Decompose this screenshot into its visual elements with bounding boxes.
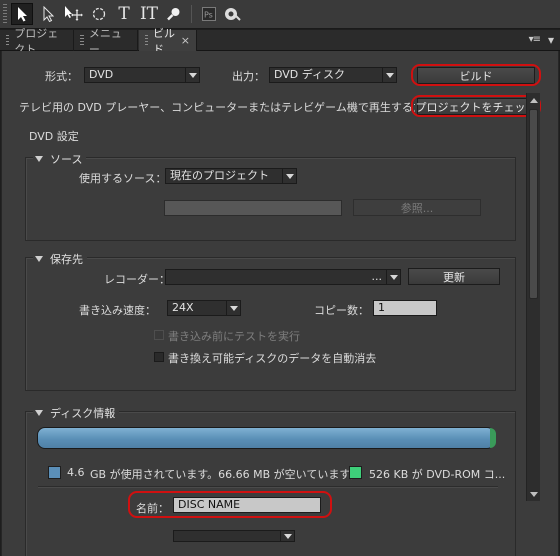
svg-text:Ps: Ps — [204, 11, 213, 20]
tab-grip — [6, 34, 10, 47]
recorder-label: レコーダー： — [104, 273, 170, 286]
dvd-settings-heading: DVD 設定 — [29, 130, 79, 143]
close-tab-icon[interactable]: × — [181, 34, 190, 47]
disc-usage-bar — [37, 427, 495, 449]
write-speed-select[interactable]: 24X — [167, 300, 241, 316]
disc-info-title: ディスク情報 — [50, 407, 116, 420]
highlight-ring — [128, 491, 332, 518]
disc-info-divider — [38, 486, 498, 487]
chevron-down-icon — [185, 68, 199, 82]
tab-grip — [145, 34, 148, 47]
auto-erase-checkbox[interactable] — [154, 352, 164, 362]
disc-size-select-partial[interactable] — [173, 530, 295, 542]
dvdrom-swatch — [349, 466, 362, 479]
chevron-down-icon — [386, 270, 400, 284]
dvdrom-text: 526 KB が DVD-ROM コ... — [369, 468, 506, 481]
used-space-swatch — [48, 466, 61, 479]
move-icon[interactable] — [62, 3, 84, 25]
text-icon[interactable]: T — [113, 3, 135, 25]
test-before-write-label: 書き込み前にテストを実行 — [168, 330, 300, 343]
format-value: DVD — [89, 68, 114, 81]
format-select[interactable]: DVD — [84, 67, 200, 83]
direct-selection-icon[interactable] — [37, 3, 59, 25]
scroll-down-icon[interactable] — [527, 487, 540, 501]
source-title: ソース — [50, 153, 83, 166]
destination-group-header[interactable]: 保存先 — [33, 251, 87, 267]
scroll-up-icon[interactable] — [527, 93, 540, 107]
use-source-select[interactable]: 現在のプロジェクト — [165, 168, 297, 184]
copies-input[interactable]: 1 — [373, 300, 437, 316]
rotate-icon[interactable] — [88, 3, 110, 25]
output-label: 出力： — [232, 70, 265, 83]
output-select[interactable]: DVD ディスク — [269, 67, 397, 83]
disc-usage-dvdrom-segment — [490, 428, 496, 448]
output-description: テレビ用の DVD プレーヤー、コンピューターまたはテレビゲーム機で再生するため… — [19, 101, 415, 114]
output-value: DVD ディスク — [274, 68, 345, 81]
use-source-value: 現在のプロジェクト — [170, 169, 269, 182]
panel-menu-icon[interactable]: ▾≡ — [529, 34, 541, 45]
tab-menu[interactable]: メニュー — [74, 27, 138, 56]
recorder-select[interactable]: ... — [165, 269, 401, 285]
highlight-ring — [411, 95, 541, 117]
copies-label: コピー数： — [314, 304, 369, 317]
recorder-value: ... — [371, 270, 383, 283]
disc-info-group-header[interactable]: ディスク情報 — [33, 405, 120, 421]
auto-erase-label: 書き換え可能ディスクのデータを自動消去 — [168, 352, 377, 365]
source-path-field — [164, 200, 342, 216]
vertical-scrollbar[interactable] — [526, 93, 540, 501]
chevron-down-icon — [382, 68, 396, 82]
tab-build[interactable]: ビルド × — [139, 27, 197, 56]
chevron-down-icon — [280, 531, 294, 541]
format-label: 形式： — [45, 70, 78, 83]
chevron-down-icon — [282, 169, 296, 183]
highlight-ring — [411, 64, 541, 86]
panel-tab-bar: プロジェクト メニュー ビルド × ▾≡ ▾ — [0, 27, 560, 56]
expand-triangle-icon — [35, 410, 43, 416]
browse-button[interactable]: 参照... — [353, 199, 481, 216]
vertical-text-icon[interactable]: IT — [138, 3, 160, 25]
write-speed-value: 24X — [172, 301, 194, 314]
paint-bucket-icon[interactable] — [222, 3, 244, 25]
photoshop-icon[interactable]: Ps — [198, 3, 220, 25]
zoom-icon[interactable] — [163, 3, 185, 25]
toolbar-separator — [191, 5, 192, 23]
toolbar-grip[interactable] — [3, 4, 7, 24]
scroll-thumb[interactable] — [529, 109, 538, 299]
panel-collapse-icon[interactable]: ▾ — [548, 33, 554, 47]
tab-grip — [80, 34, 84, 47]
refresh-button[interactable]: 更新 — [408, 268, 500, 285]
test-before-write-checkbox[interactable] — [154, 330, 164, 340]
destination-title: 保存先 — [50, 253, 83, 266]
write-speed-label: 書き込み速度： — [79, 304, 156, 317]
tab-project[interactable]: プロジェクト — [0, 27, 74, 56]
chevron-down-icon — [226, 301, 240, 315]
expand-triangle-icon — [35, 156, 43, 162]
use-source-label: 使用するソース： — [79, 172, 167, 185]
expand-triangle-icon — [35, 256, 43, 262]
used-space-text: GB が使用されています。66.66 MB が空いています。 — [90, 468, 361, 481]
used-amount: 4.6 — [67, 466, 85, 479]
tools-toolbar: T IT Ps — [0, 0, 560, 29]
selection-arrow-icon[interactable] — [11, 3, 33, 25]
source-group-header[interactable]: ソース — [33, 151, 87, 167]
